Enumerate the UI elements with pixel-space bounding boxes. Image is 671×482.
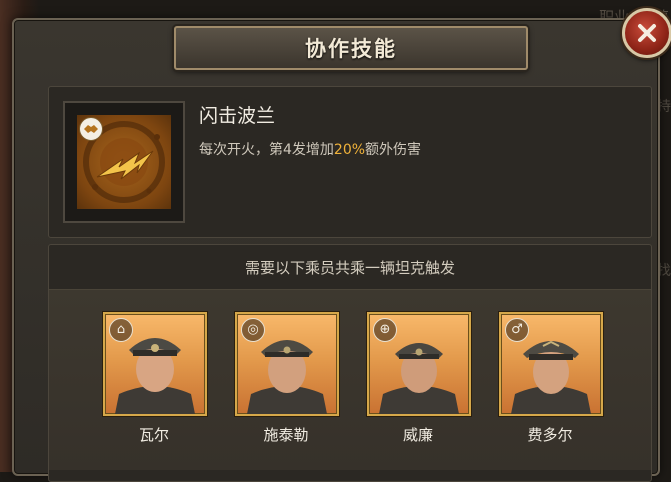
crew-name: 施泰勒 (263, 426, 309, 444)
skill-description: 每次开火，第4发增加20%额外伤害 (199, 139, 421, 159)
handshake-icon (79, 117, 103, 141)
skill-info-panel: 闪击波兰 每次开火，第4发增加20%额外伤害 (48, 86, 652, 238)
skill-desc-suffix: 额外伤害 (365, 142, 422, 158)
skill-desc-highlight: 20% (333, 142, 366, 158)
close-icon (638, 24, 656, 42)
skill-desc-prefix: 每次开火，第4发增加 (199, 142, 334, 158)
driver-wheel-icon: ◎ (241, 318, 265, 342)
crew-requirement-panel: 需要以下乘员共乘一辆坦克触发 ⌂ 瓦尔 ◎ 施泰勒 ⊕ 威廉 ♂ 费多尔 (48, 244, 652, 482)
crew-portrait: ◎ (235, 312, 339, 416)
gunner-crosshair-icon: ⊕ (373, 318, 397, 342)
crew-card-wal[interactable]: ⌂ 瓦尔 (103, 312, 207, 445)
loader-shell-icon: ♂ (505, 318, 529, 342)
commander-cap-icon: ⌂ (109, 318, 133, 342)
lightning-shell-skill-icon (77, 115, 171, 209)
crew-portrait: ⌂ (103, 312, 207, 416)
crew-card-stahler[interactable]: ◎ 施泰勒 (235, 312, 339, 445)
crew-portrait: ♂ (499, 312, 603, 416)
dialog-title: 协作技能 (305, 37, 397, 61)
dialog-title-plate: 协作技能 (174, 26, 528, 70)
crew-portrait: ⊕ (367, 312, 471, 416)
crew-requirement-title: 需要以下乘员共乘一辆坦克触发 (244, 259, 455, 277)
skill-name: 闪击波兰 (199, 105, 276, 127)
crew-name: 威廉 (402, 426, 433, 444)
close-button[interactable] (622, 8, 671, 58)
crew-name: 瓦尔 (138, 426, 169, 444)
crew-card-fedor[interactable]: ♂ 费多尔 (499, 312, 603, 445)
crew-list: ⌂ 瓦尔 ◎ 施泰勒 ⊕ 威廉 ♂ 费多尔 (49, 289, 651, 470)
co-op-skill-dialog: 协作技能 闪击波兰 每次开火，第4发增加20%额外伤害 需要以下乘员共乘一辆坦克… (12, 18, 660, 482)
skill-icon-frame (63, 101, 185, 223)
crew-name: 费多尔 (527, 426, 573, 444)
crew-card-wilhelm[interactable]: ⊕ 威廉 (367, 312, 471, 445)
